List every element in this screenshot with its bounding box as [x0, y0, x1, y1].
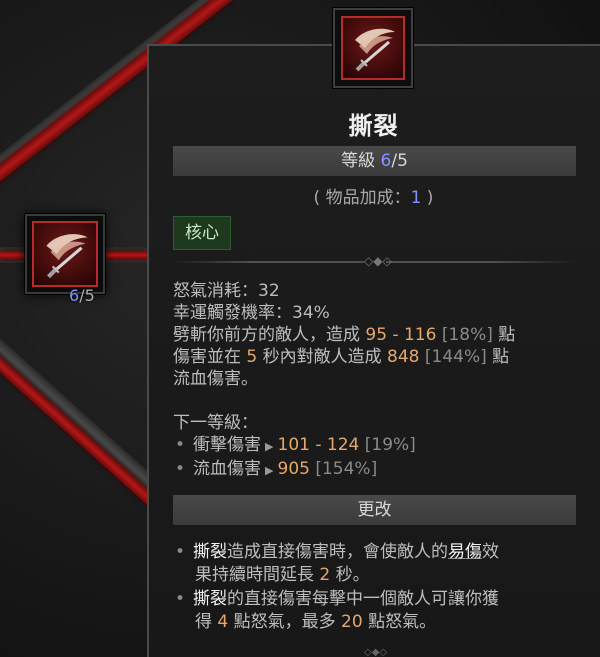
change-item: • 撕裂的直接傷害每擊中一個敵人可讓你獲得 4 點怒氣，最多 20 點怒氣。 [173, 588, 583, 634]
skill-keyword: 撕裂 [193, 542, 228, 562]
next-rank-label: 流血傷害 [193, 459, 262, 479]
rank-label: 等級 [341, 151, 376, 171]
desc-text: 點 [486, 347, 510, 367]
change-number: 20 [341, 612, 363, 632]
next-rank-item: • 衝擊傷害 ▶ 101 - 124 [19%] [173, 434, 583, 458]
rend-slash-icon [355, 28, 395, 72]
next-rank-title: 下一等級： [173, 413, 258, 433]
skill-category-tag: 核心 [173, 216, 231, 250]
skill-name: 撕裂 [348, 111, 399, 140]
damage-percent: [18%] [436, 325, 493, 345]
next-rank-value: 905 [277, 459, 310, 479]
skill-rank-bar: 等級 6/5 [173, 146, 576, 176]
diamond-ornament-icon: ◇◆◇ [364, 647, 388, 657]
skill-description: 怒氣消耗：32 幸運觸發機率：34% 劈斬你前方的敵人，造成 95 - 116 … [173, 280, 583, 390]
item-bonus-value: 1 [410, 188, 422, 208]
bleed-percent: [144%] [419, 347, 487, 367]
next-rank-item: • 流血傷害 ▶ 905 [154%] [173, 458, 583, 482]
change-text: 效 [482, 542, 500, 562]
rank-current: 6 [380, 151, 392, 171]
changes-header: 更改 [173, 495, 576, 525]
change-text: 的直接傷害每擊中一個敵人可讓你獲 [227, 589, 500, 609]
description-line-2: 傷害並在 5 秒內對敵人造成 848 [144%] 點 [173, 346, 583, 368]
change-text: 果持續時間延長 [195, 565, 320, 585]
change-text: 造成直接傷害時，會使敵人的 [227, 542, 449, 562]
change-text: 秒。 [330, 565, 370, 585]
bullet-icon: • [175, 542, 186, 562]
skill-keyword: 撕裂 [193, 589, 228, 609]
arrow-right-icon: ▶ [265, 440, 274, 453]
diamond-ornament-icon: ◇◆◇ [364, 254, 392, 268]
change-number: 4 [217, 612, 229, 632]
change-text: 點怒氣，最多 [228, 612, 342, 632]
description-line-1: 劈斬你前方的敵人，造成 95 - 116 [18%] 點 [173, 324, 583, 346]
tooltip-skill-icon [333, 8, 413, 88]
bullet-icon: • [175, 435, 186, 455]
change-item: • 撕裂造成直接傷害時，會使敵人的易傷效果持續時間延長 2 秒。 [173, 541, 583, 587]
bullet-icon: • [175, 459, 186, 479]
next-rank-percent: [19%] [359, 435, 416, 455]
fury-cost: 怒氣消耗：32 [173, 281, 280, 301]
damage-range: 95 - 116 [365, 325, 437, 345]
desc-text: 傷害並在 [173, 347, 247, 367]
tooltip-skill-icon-frame [341, 16, 405, 80]
desc-text: 劈斬你前方的敵人，造成 [173, 325, 366, 345]
change-number: 2 [319, 565, 331, 585]
rank-max: /5 [391, 151, 408, 171]
desc-text: 秒內對敵人造成 [257, 347, 388, 367]
vulnerable-keyword: 易傷 [448, 542, 483, 562]
bleed-damage: 848 [387, 347, 420, 367]
item-bonus-suffix: ) [421, 188, 434, 208]
changes-list: • 撕裂造成直接傷害時，會使敵人的易傷效 果持續時間延長 2 秒。 • 撕裂的直接傷害… [173, 541, 583, 635]
arrow-right-icon: ▶ [265, 464, 274, 477]
duration-seconds: 5 [246, 347, 258, 367]
bullet-icon: • [175, 589, 186, 609]
next-rank-section: 下一等級： • 衝擊傷害 ▶ 101 - 124 [19%] • 流血傷害 ▶ 905 [1… [173, 412, 583, 482]
skill-node-frame [32, 221, 98, 287]
skill-node-rank: 6/5 [69, 286, 95, 305]
skill-tree-view: 6/5 撕裂 等級 6/5 ( 物品加成：1 ) 核心 ◇◆◇ 怒氣消耗：32 … [0, 0, 600, 657]
item-bonus-prefix: ( 物品加成： [313, 188, 411, 208]
next-rank-percent: [154%] [309, 459, 378, 479]
item-bonus-line: ( 物品加成：1 ) [147, 183, 600, 208]
description-line-3: 流血傷害。 [173, 369, 258, 389]
change-text: 點怒氣。 [362, 612, 437, 632]
rend-slash-icon [46, 234, 88, 279]
desc-text: 點 [492, 325, 516, 345]
next-rank-label: 衝擊傷害 [193, 435, 262, 455]
next-rank-value: 101 - 124 [277, 435, 360, 455]
lucky-hit-chance: 幸運觸發機率：34% [173, 303, 330, 323]
skill-node-rend[interactable]: 6/5 [25, 214, 105, 305]
change-text: 得 [195, 612, 218, 632]
